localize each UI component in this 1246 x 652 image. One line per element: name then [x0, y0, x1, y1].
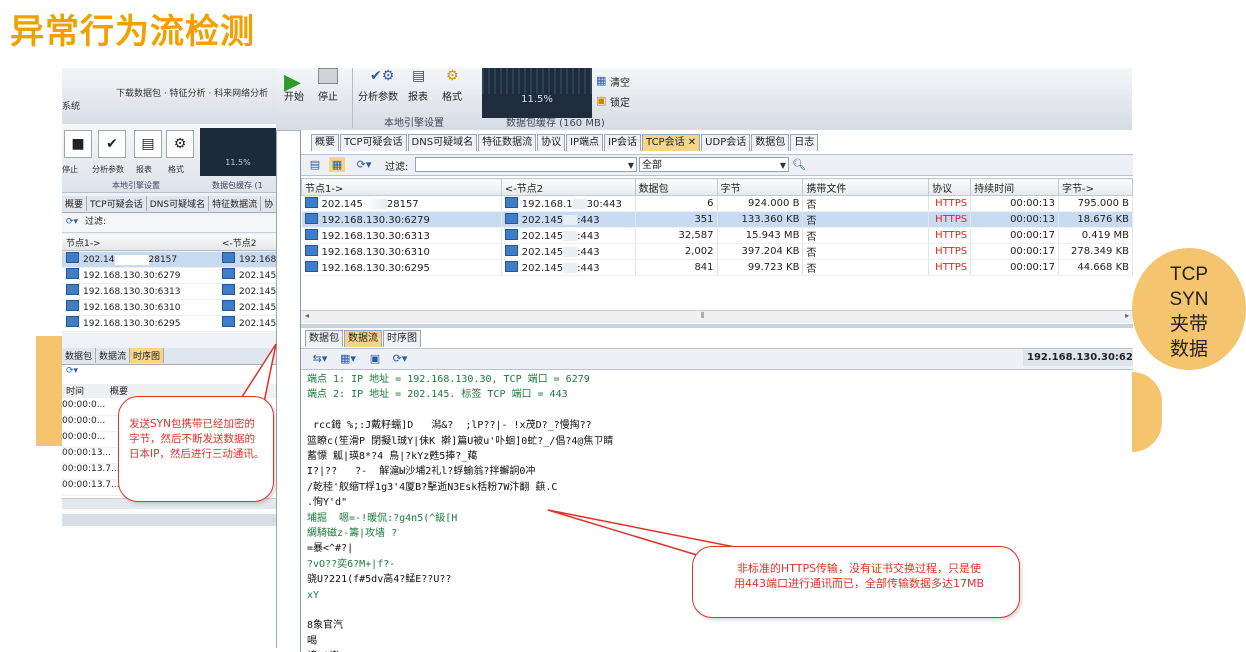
https-callout: 非标准的HTTPS传输，没有证书交换过程，只是使 用443端口进行通讯而已，全部…	[692, 546, 1020, 618]
tcp-syn-bubble: TCP SYN 夹带 数据	[1132, 248, 1246, 370]
callout-pointers	[238, 343, 742, 563]
syn-callout: 发送SYN包携带已经加密的 字节，然后不断发送数据的 日本IP，然后进行三动通讯…	[118, 396, 274, 502]
